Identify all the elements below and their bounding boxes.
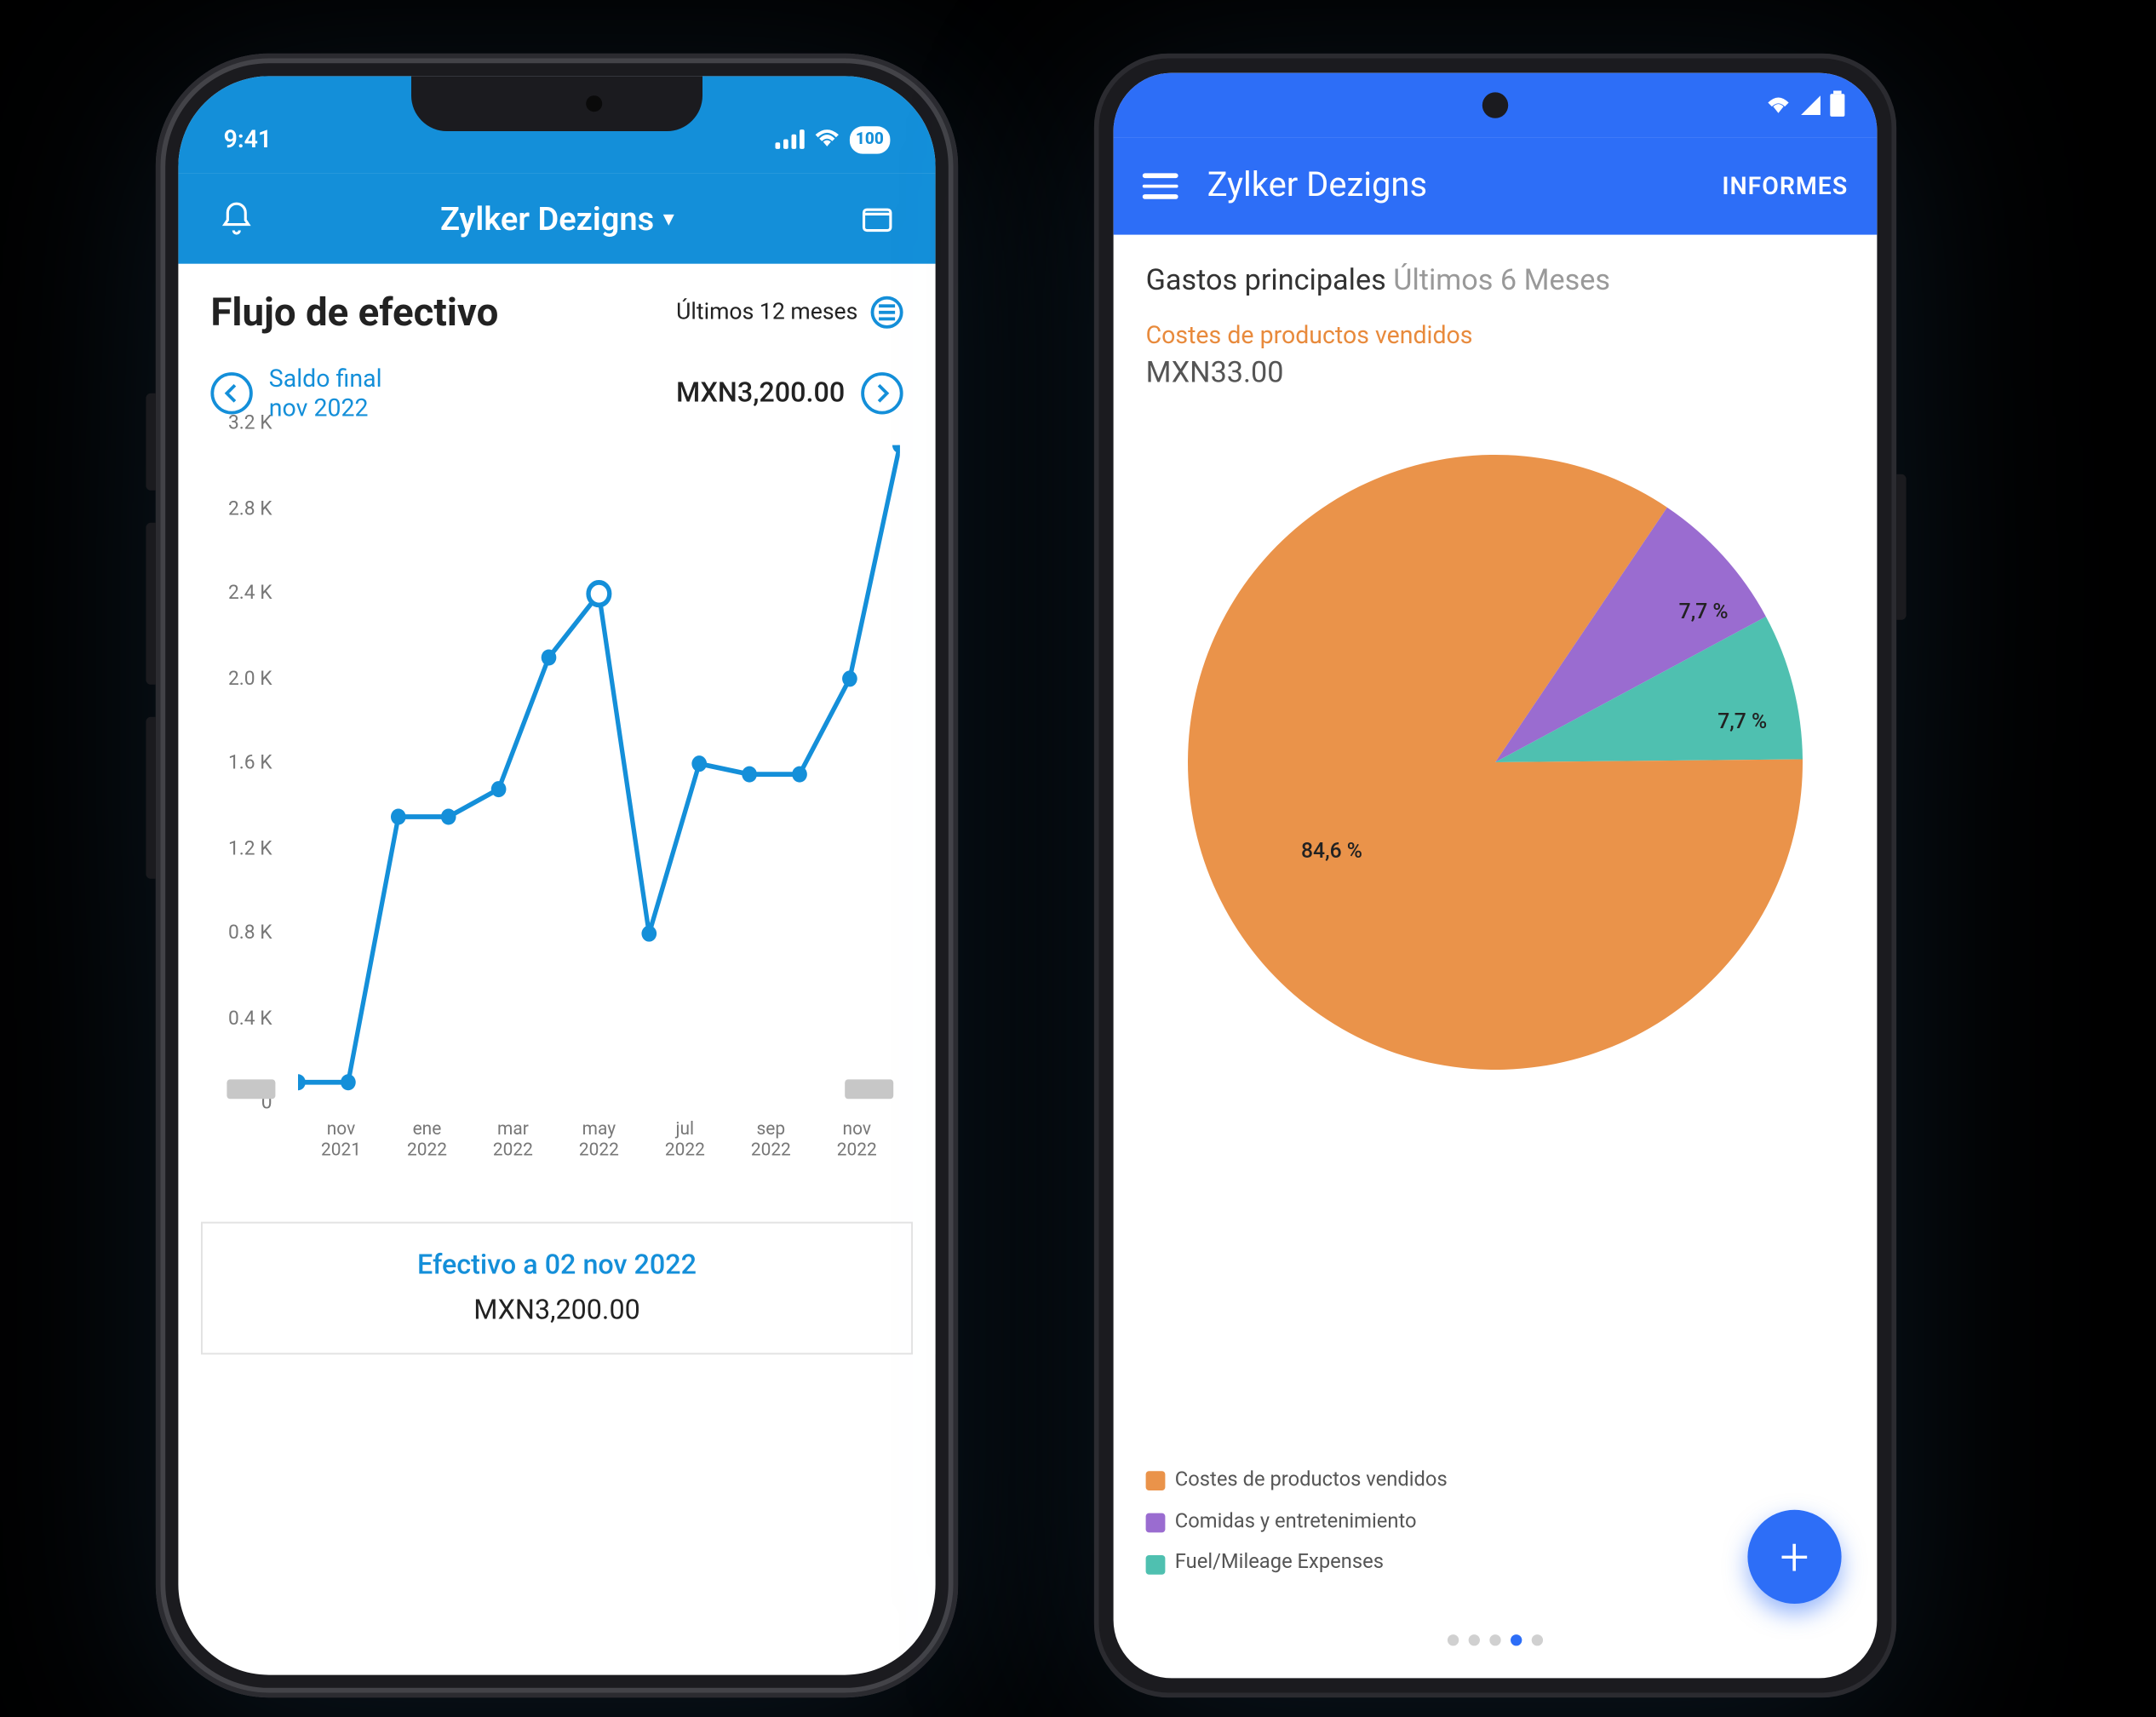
- x-axis-tick: mar2022: [470, 1118, 556, 1190]
- next-period-button[interactable]: [861, 372, 903, 414]
- hamburger-menu-icon[interactable]: [1143, 174, 1178, 198]
- section-title: Gastos principales Últimos 6 Meses: [1146, 264, 1845, 298]
- pie-legend: Costes de productos vendidos Comidas y e…: [1146, 1462, 1732, 1588]
- battery-icon: 100: [849, 125, 890, 152]
- legend-item: Fuel/Mileage Expenses: [1146, 1546, 1384, 1582]
- reports-link[interactable]: INFORMES: [1722, 172, 1848, 201]
- plus-icon: +: [1780, 1526, 1809, 1588]
- org-name: Zylker Dezigns: [440, 199, 654, 238]
- android-app-bar: Zylker Dezigns INFORMES: [1114, 138, 1878, 235]
- y-axis-tick: 0.8 K: [208, 921, 289, 944]
- wifi-icon: [814, 129, 840, 149]
- y-axis-tick: 0.4 K: [208, 1006, 289, 1029]
- y-axis-tick: 2.4 K: [208, 581, 289, 604]
- x-axis-tick: jul2022: [642, 1118, 728, 1190]
- scrollbar-handle[interactable]: [845, 1079, 893, 1099]
- cash-summary-card[interactable]: Efectivo a 02 nov 2022 MXN3,200.00: [201, 1222, 913, 1355]
- wifi-icon: [1765, 90, 1791, 121]
- y-axis-tick: 2.8 K: [208, 496, 289, 519]
- page-indicator[interactable]: [1448, 1634, 1543, 1645]
- org-switcher[interactable]: Zylker Dezigns ▾: [440, 199, 674, 238]
- top-expense-label: Costes de productos vendidos: [1146, 320, 1845, 349]
- y-axis-tick: 1.6 K: [208, 751, 289, 774]
- bell-icon[interactable]: [214, 196, 259, 241]
- x-axis-tick: nov2022: [814, 1118, 900, 1190]
- legend-item: Comidas y entretenimiento: [1146, 1504, 1417, 1541]
- top-expense-value: MXN33.00: [1146, 356, 1845, 390]
- y-axis-tick: 2.0 K: [208, 666, 289, 689]
- x-axis-tick: nov2021: [298, 1118, 384, 1190]
- cellular-signal-icon: [775, 129, 804, 149]
- scrollbar-handle[interactable]: [226, 1079, 275, 1099]
- pie-slice-label: 84,6 %: [1301, 840, 1362, 864]
- status-time: 9:41: [224, 124, 272, 153]
- page-title: Flujo de efectivo: [210, 290, 498, 335]
- pie-slice-label: 7,7 %: [1679, 600, 1729, 625]
- cellular-signal-icon: [1801, 95, 1821, 115]
- pie-slice-label: 7,7 %: [1717, 710, 1767, 735]
- org-name[interactable]: Zylker Dezigns: [1207, 167, 1693, 206]
- battery-icon: [1830, 94, 1844, 117]
- android-camera-punch: [1482, 92, 1508, 118]
- ios-app-bar: Zylker Dezigns ▾: [178, 173, 935, 263]
- summary-date: Efectivo a 02 nov 2022: [228, 1249, 885, 1282]
- cashflow-line-chart[interactable]: 00.4 K0.8 K1.2 K1.6 K2.0 K2.4 K2.8 K3.2 …: [178, 445, 935, 1190]
- date-range-selector[interactable]: Últimos 12 meses: [676, 296, 903, 329]
- x-axis-tick: ene2022: [384, 1118, 470, 1190]
- date-range-label: Últimos 12 meses: [676, 300, 857, 325]
- summary-amount: MXN3,200.00: [228, 1295, 885, 1327]
- section-subtitle: Últimos 6 Meses: [1393, 264, 1610, 298]
- iphone-notch: [411, 76, 702, 131]
- add-fab-button[interactable]: +: [1747, 1510, 1841, 1604]
- x-axis-tick: may2022: [556, 1118, 642, 1190]
- android-device: Zylker Dezigns INFORMES Gastos principal…: [1075, 34, 1916, 1717]
- x-axis-tick: sep2022: [728, 1118, 814, 1190]
- iphone-device: 9:41 100 Zylker Dezigns: [136, 34, 978, 1717]
- y-axis-tick: 3.2 K: [208, 411, 289, 434]
- filter-icon: [871, 296, 903, 329]
- expense-pie-chart[interactable]: 84,6 % 7,7 % 7,7 %: [1172, 439, 1819, 1086]
- balance-value: MXN3,200.00: [676, 377, 845, 410]
- prev-period-button[interactable]: [210, 372, 252, 414]
- caret-down-icon: ▾: [664, 207, 674, 230]
- legend-item: Costes de productos vendidos: [1146, 1462, 1448, 1499]
- folder-icon[interactable]: [855, 196, 900, 241]
- y-axis-tick: 1.2 K: [208, 836, 289, 858]
